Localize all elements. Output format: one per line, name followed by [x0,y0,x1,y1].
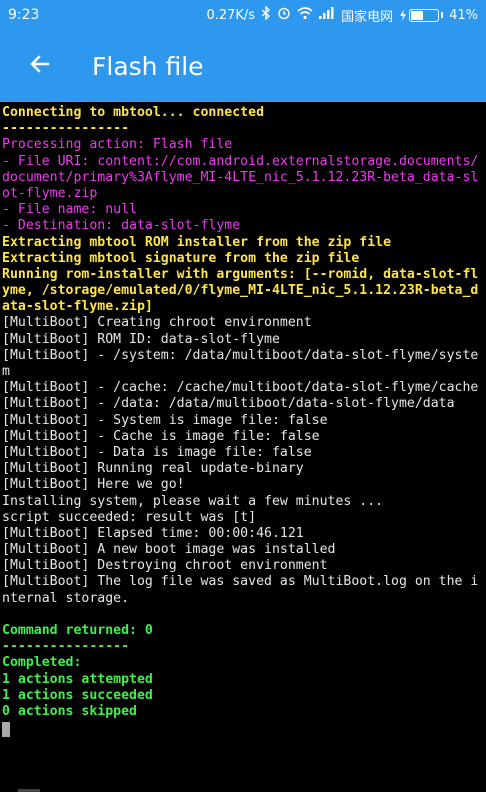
status-time: 9:23 [8,7,40,23]
console-line: Completed: [2,655,82,671]
app-bar: Flash file [0,30,486,102]
console-line: Processing action: Flash file [2,137,233,153]
page-title: Flash file [92,51,204,81]
console-line: nternal storage. [2,590,130,606]
console-line: script succeeded: result was [t] [2,509,257,525]
console-line: [MultiBoot] - /data: /data/multiboot/dat… [2,396,455,412]
console-line: ata-slot-flyme.zip] [2,299,153,315]
console-line: 0 actions skipped [2,703,137,719]
console-line: [MultiBoot] Destroying chroot environmen… [2,558,328,574]
console-line: [MultiBoot] Here we go! [2,477,185,493]
battery-fill [411,10,423,20]
console-line: ot-flyme.zip [2,185,98,201]
console-cursor [2,722,10,738]
console-line: [MultiBoot] The log file was saved as Mu… [2,574,479,590]
console-line: [MultiBoot] - Cache is image file: false [2,428,320,444]
console-line: [MultiBoot] ROM ID: data-slot-flyme [2,331,280,347]
console-line: [MultiBoot] - Data is image file: false [2,444,312,460]
console-line: [MultiBoot] Running real update-binary [2,461,304,477]
console-line: Running rom-installer with arguments: [-… [2,266,479,282]
status-indicators: 0.27K/s 国家电网 41% [206,5,478,25]
arrow-left-icon [28,52,52,80]
console-line: - File name: null [2,202,137,218]
battery-icon [399,8,444,22]
console-line: m [2,364,10,379]
console-output[interactable]: Connecting to mbtool... connected -------… [0,102,486,792]
console-line: yme, /storage/emulated/0/flyme_MI-4LTE_n… [2,283,479,299]
console-line: Connecting to mbtool... connected [2,105,265,120]
network-speed: 0.27K/s [206,7,256,23]
console-line: - File URI: content://com.android.extern… [2,153,479,169]
carrier-name: 国家电网 [341,9,394,25]
console-line: [MultiBoot] - /system: /data/multiboot/d… [2,347,479,363]
signal-icon [319,7,335,23]
console-line: [MultiBoot] Elapsed time: 00:00:46.121 [2,525,304,541]
console-line: Extracting mbtool signature from the zip… [2,250,360,266]
console-line: ---------------- [2,639,130,655]
console-line: Installing system, please wait a few min… [2,493,384,509]
console-line: 1 actions attempted [2,671,153,687]
alarm-icon [277,6,291,24]
status-bar: 9:23 0.27K/s 国家电网 41% [0,0,486,30]
console-line: 1 actions succeeded [2,687,153,703]
console-line: [MultiBoot] Creating chroot environment [2,315,312,331]
battery-tip [441,12,444,18]
console-line: Extracting mbtool ROM installer from the… [2,234,392,250]
console-line: [MultiBoot] - /cache: /cache/multiboot/d… [2,380,479,396]
battery-body [409,8,440,22]
console-lines: Connecting to mbtool... connected -------… [2,105,486,720]
battery-percent: 41% [449,7,478,23]
console-line: document/primary%3Aflyme_MI-4LTE_nic_5.1… [2,169,479,185]
console-line: - Destination: data-slot-flyme [2,218,241,234]
console-line: [MultiBoot] - System is image file: fals… [2,412,328,428]
wifi-icon [297,6,313,24]
console-line: Command returned: 0 [2,623,153,638]
console-line: ---------------- [2,121,130,137]
bluetooth-icon [261,5,271,24]
console-line: [MultiBoot] A new boot image was install… [2,542,336,558]
back-button[interactable] [10,36,70,96]
